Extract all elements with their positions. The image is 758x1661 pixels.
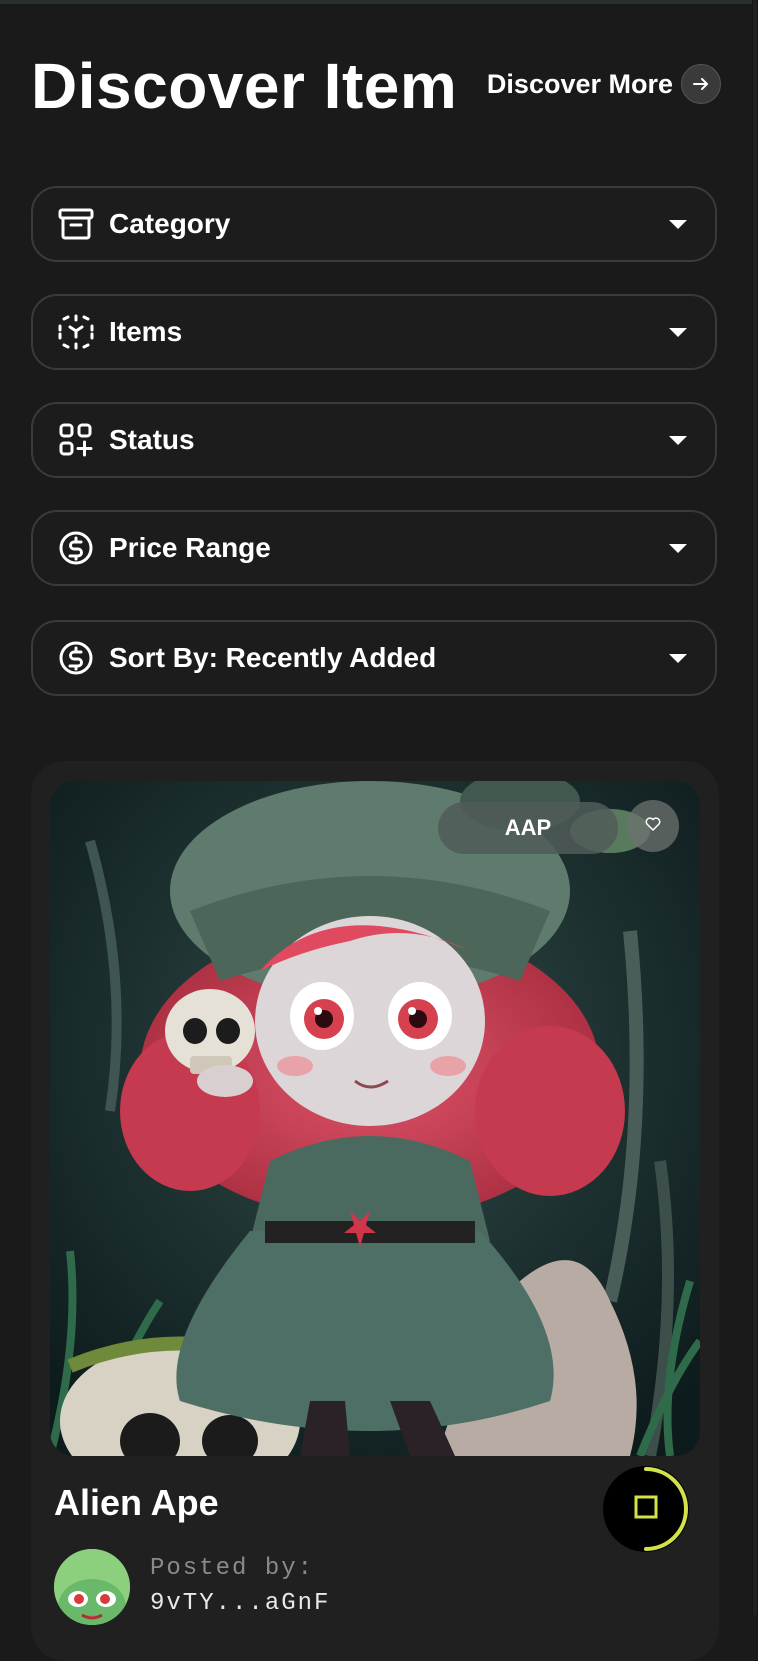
discover-more-label: Discover More — [486, 68, 673, 99]
status-dropdown[interactable]: Status — [31, 402, 717, 478]
category-dropdown[interactable]: Category — [31, 186, 717, 262]
chevron-down-icon — [669, 327, 687, 337]
collection-tag: AAP — [438, 802, 618, 854]
apps-grid-plus-icon — [57, 421, 95, 459]
price-range-label: Price Range — [109, 532, 271, 563]
stop-button[interactable] — [603, 1466, 689, 1552]
top-border — [0, 0, 758, 4]
items-label: Items — [109, 316, 183, 347]
item-name: Alien Ape — [54, 1482, 219, 1523]
archive-box-icon — [57, 205, 95, 243]
price-range-dropdown[interactable]: Price Range — [31, 510, 717, 586]
page-title: Discover Item — [31, 50, 458, 122]
category-label: Category — [109, 208, 231, 239]
sort-by-dropdown[interactable]: Sort By: Recently Added — [31, 620, 717, 696]
dollar-circle-icon — [57, 529, 95, 567]
items-dropdown[interactable]: Items — [31, 294, 717, 370]
avatar[interactable] — [54, 1549, 130, 1625]
page-header: Discover Item Discover More — [31, 46, 721, 126]
posted-by-label: Posted by: — [150, 1555, 315, 1582]
heart-icon — [645, 816, 661, 836]
status-label: Status — [109, 424, 195, 455]
chevron-down-icon — [669, 543, 687, 553]
chevron-down-icon — [669, 653, 687, 663]
item-artwork[interactable] — [50, 781, 700, 1456]
chevron-down-icon — [669, 435, 687, 445]
favorite-button[interactable] — [627, 800, 679, 852]
dollar-circle-icon — [57, 639, 95, 677]
scan-cube-icon — [57, 313, 95, 351]
scrollbar-thumb[interactable] — [753, 0, 757, 1616]
chevron-down-icon — [669, 219, 687, 229]
posted-by-user[interactable]: 9vTY...aGnF — [150, 1590, 330, 1617]
arrow-right-icon — [681, 64, 721, 104]
sort-by-label: Sort By: Recently Added — [109, 642, 437, 673]
discover-more-link[interactable]: Discover More — [487, 64, 721, 104]
scrollbar-track[interactable] — [752, 0, 758, 1616]
